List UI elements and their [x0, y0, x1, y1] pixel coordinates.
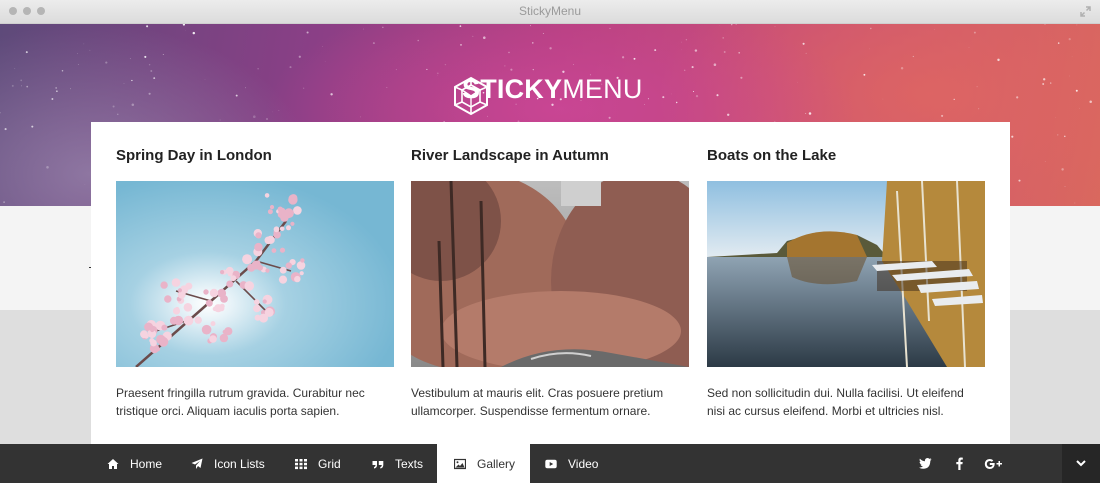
window-title: StickyMenu	[518, 4, 582, 18]
nav-item-label: Video	[568, 456, 599, 471]
nav-item-home[interactable]: Home	[107, 444, 177, 483]
nav-item-grid[interactable]: Grid	[295, 444, 355, 483]
youtube-icon	[545, 459, 557, 468]
google-plus-icon	[984, 458, 1002, 469]
nav-item-gallery[interactable]: Gallery	[437, 444, 530, 483]
sticky-menu-bar: Home Icon Lists Grid Texts Gallery Video	[0, 444, 1100, 483]
facebook-link[interactable]	[949, 444, 969, 483]
chevron-down-icon	[1076, 460, 1086, 467]
nav-item-label: Texts	[395, 456, 424, 471]
gallery-card: Spring Day in London Praesent fringilla …	[91, 122, 1010, 444]
brand-logo[interactable]: STICKYMENU	[452, 74, 643, 116]
nav-item-label: Home	[130, 456, 163, 471]
expand-icon[interactable]	[1080, 6, 1091, 17]
article-text: Praesent fringilla rutrum gravida. Curab…	[116, 386, 365, 418]
nav-item-icon-lists[interactable]: Icon Lists	[191, 444, 281, 483]
google-plus-link[interactable]	[983, 444, 1003, 483]
autumn-river-photo[interactable]	[411, 181, 689, 367]
nav-item-label: Gallery	[477, 456, 516, 471]
home-icon	[107, 458, 119, 469]
menu-toggle-button[interactable]	[1062, 444, 1100, 483]
lake-boats-photo[interactable]	[707, 181, 985, 367]
logo-mark-icon	[454, 76, 488, 116]
cherry-blossom-photo[interactable]	[116, 181, 394, 367]
twitter-icon	[918, 458, 931, 469]
nav-item-label: Icon Lists	[214, 456, 265, 471]
article-title[interactable]: River Landscape in Autumn	[411, 147, 609, 164]
grid-icon	[295, 458, 307, 469]
window-titlebar: StickyMenu	[0, 0, 1100, 24]
image-icon	[454, 458, 466, 469]
nav-item-video[interactable]: Video	[545, 444, 605, 483]
brand-name-light: MENU	[562, 74, 643, 104]
nav-item-label: Grid	[318, 456, 341, 471]
article-text: Sed non sollicitudin dui. Nulla facilisi…	[707, 386, 964, 418]
quote-icon	[372, 460, 384, 468]
article-title[interactable]: Boats on the Lake	[707, 147, 836, 164]
nav-item-texts[interactable]: Texts	[372, 444, 432, 483]
twitter-link[interactable]	[915, 444, 935, 483]
article-text: Vestibulum at mauris elit. Cras posuere …	[411, 386, 664, 418]
paper-plane-icon	[191, 458, 203, 469]
article-title[interactable]: Spring Day in London	[116, 147, 272, 164]
facebook-icon	[955, 457, 963, 470]
